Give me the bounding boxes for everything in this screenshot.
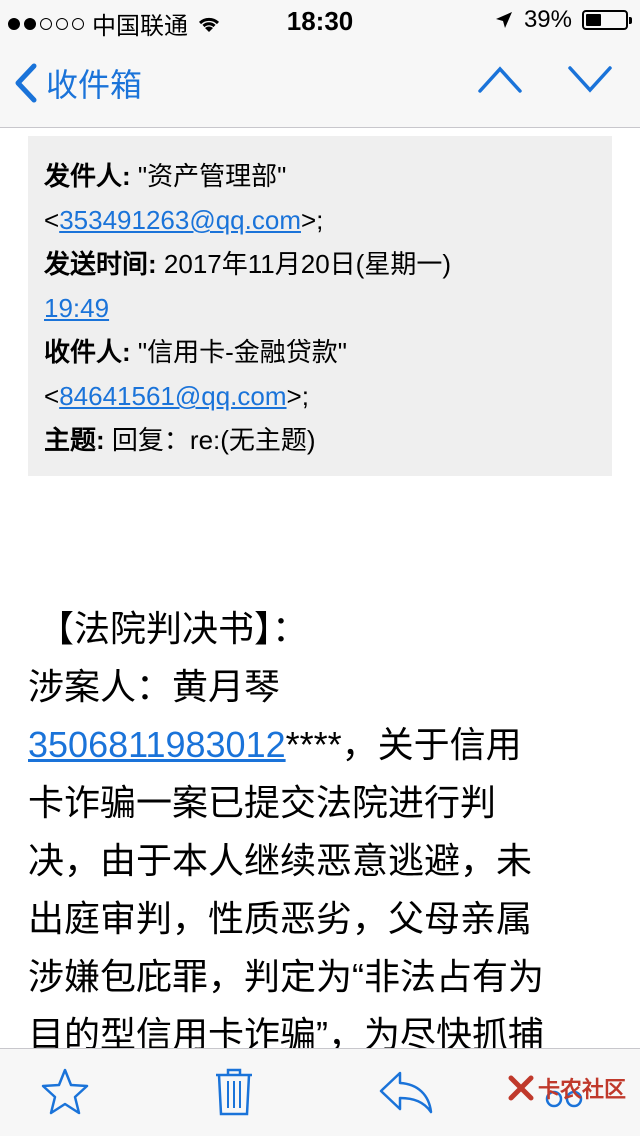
sent-time-link[interactable]: 19:49 — [44, 293, 109, 323]
watermark: 卡农社区 — [508, 1072, 626, 1104]
from-label: 发件人: — [44, 161, 131, 191]
body-line: 决，由于本人继续恶意逃避，未 — [28, 840, 533, 881]
id-mask-text: ****，关于信用 — [285, 724, 522, 765]
subject-text: 回复：re:(无主题) — [111, 425, 316, 455]
battery-percent: 39% — [523, 6, 572, 33]
status-right: 39% — [494, 6, 632, 34]
from-name: "资产管理部" — [137, 161, 287, 191]
nav-bar: 收件箱 — [0, 40, 640, 128]
to-address-row: <84641561@qq.com>; — [44, 381, 309, 411]
body-title: 【法院判决书】： — [28, 600, 612, 658]
message-navigation — [478, 64, 612, 94]
chevron-left-icon — [15, 63, 37, 103]
to-name: "信用卡-金融贷款" — [137, 337, 348, 367]
status-bar: 中国联通 18:30 39% — [0, 0, 640, 40]
watermark-logo-icon — [508, 1075, 534, 1101]
trash-icon[interactable] — [214, 1067, 254, 1117]
sent-row: 发送时间: 2017年11月20日(星期一) — [44, 242, 596, 286]
body-person-line: 涉案人：黄月琴 — [28, 666, 281, 707]
sent-label: 发送时间: — [44, 249, 157, 279]
from-row: 发件人: "资产管理部" — [44, 154, 596, 198]
body-line: 出庭审判，性质恶劣，父母亲属 — [28, 898, 533, 939]
sent-date: 2017年11月20日(星期一) — [163, 249, 451, 279]
chevron-down-icon[interactable] — [568, 64, 612, 94]
back-label: 收件箱 — [46, 67, 143, 103]
body-line: 涉嫌包庇罪，判定为“非法占有为 — [28, 956, 544, 997]
back-button[interactable]: 收件箱 — [14, 60, 142, 106]
email-body: 【法院判决书】： 涉案人：黄月琴 3506811983012****，关于信用 … — [28, 600, 612, 1064]
chevron-up-icon[interactable] — [478, 64, 522, 94]
to-email-link[interactable]: 84641561@qq.com — [59, 381, 286, 411]
from-address-row: <353491263@qq.com>; — [44, 205, 324, 235]
body-line: 卡诈骗一案已提交法院进行判 — [28, 782, 497, 823]
subject-row: 主题: 回复：re:(无主题) — [44, 418, 596, 462]
body-title-text: 【法院判决书】： — [38, 608, 309, 649]
from-email-link[interactable]: 353491263@qq.com — [59, 205, 301, 235]
subject-label: 主题: — [44, 425, 105, 455]
watermark-text: 卡农社区 — [537, 1077, 626, 1102]
to-label: 收件人: — [44, 337, 131, 367]
location-arrow-icon — [495, 12, 512, 28]
battery-icon — [582, 10, 632, 30]
sent-time-row: 19:49 — [44, 286, 596, 330]
reply-icon[interactable] — [378, 1067, 434, 1117]
body-id-line: 3506811983012****，关于信用 — [28, 716, 612, 774]
id-number-link[interactable]: 3506811983012 — [28, 724, 286, 765]
to-row: 收件人: "信用卡-金融贷款" — [44, 330, 596, 374]
email-header: 发件人: "资产管理部" <353491263@qq.com>; 发送时间: 2… — [28, 136, 612, 476]
star-icon[interactable] — [40, 1067, 90, 1117]
